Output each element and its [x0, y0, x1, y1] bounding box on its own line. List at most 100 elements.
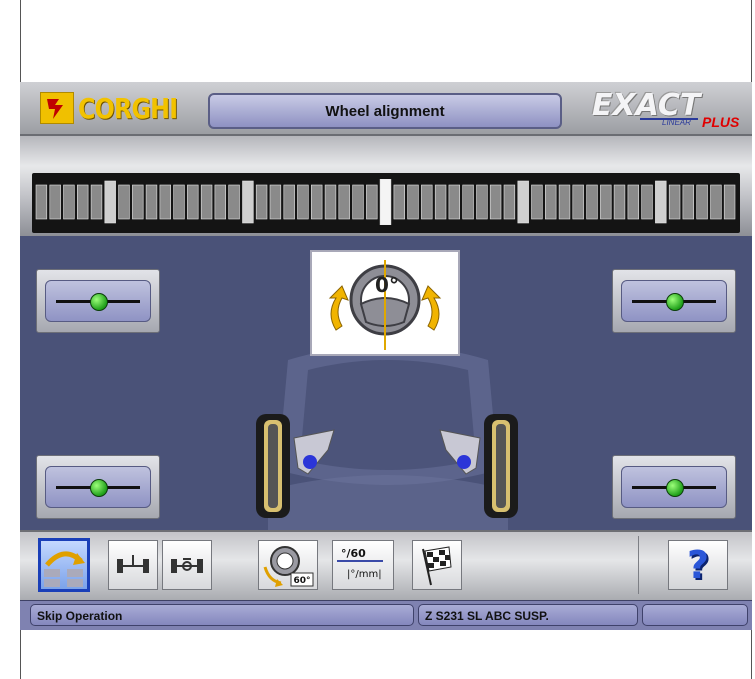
status-dot-icon [666, 293, 684, 311]
gauge-segment [682, 184, 695, 220]
gauge-segment [696, 184, 708, 220]
steering-turn-icon: 60° [263, 546, 314, 587]
gauge-segment [572, 184, 584, 220]
toolbar: 60° °/60 |°/mm| ? [20, 530, 752, 602]
gauge-segment [104, 180, 116, 224]
status-vehicle: Z S231 SL ABC SUSP. [418, 604, 638, 626]
gauge-segment [600, 184, 612, 220]
axle-rear-icon [171, 558, 203, 573]
gauge-segment [517, 180, 529, 224]
status-dot-icon [90, 293, 108, 311]
ratio-label-bottom: |°/mm| [347, 569, 382, 580]
gauge-segment [723, 184, 736, 220]
gauge-segment [434, 184, 447, 220]
gauge-segment [448, 184, 460, 220]
ratio-button[interactable]: °/60 |°/mm| [332, 540, 394, 590]
status-dot-icon [666, 479, 684, 497]
gauge-segment [668, 184, 681, 220]
gauge-segment [269, 184, 282, 220]
gauge-segment [297, 184, 309, 220]
gauge-segment [655, 180, 667, 224]
gauge-segment [187, 184, 199, 220]
gauge-segment [283, 184, 295, 220]
corghi-logo: CORGHI [40, 91, 200, 125]
gauge-segment [407, 184, 419, 220]
gauge-segment [352, 184, 364, 220]
gauge-segment [710, 184, 722, 220]
status-operation: Skip Operation [30, 604, 414, 626]
rear-axle-button[interactable] [162, 540, 212, 590]
gauge-segment [627, 184, 640, 220]
gauge-segment [76, 184, 89, 220]
gauge-segment [393, 184, 405, 220]
gauge-segment [476, 184, 488, 220]
gauge-segment [366, 184, 378, 220]
gauge-segment [586, 184, 598, 220]
logo-text: CORGHI [78, 91, 178, 125]
indicator-rear-right-scale [621, 466, 727, 508]
gauge-segment [118, 184, 130, 220]
car-front-axle-diagram [256, 350, 518, 534]
indicator-front-left-scale [45, 280, 151, 322]
indicator-rear-right [612, 455, 736, 519]
gauge-segment [489, 184, 502, 220]
gauge-segment [462, 184, 474, 220]
gauge-segment [228, 184, 240, 220]
indicator-rear-left-scale [45, 466, 151, 508]
skip-operation-icon [44, 551, 85, 587]
gauge-segment [49, 184, 61, 220]
gauge-segment [255, 184, 268, 220]
steering-turn-button[interactable]: 60° [258, 540, 318, 590]
gauge-segment [544, 184, 557, 220]
ratio-icon: °/60 |°/mm| [337, 547, 383, 580]
axle-front-icon [117, 555, 149, 573]
status-dot-icon [90, 479, 108, 497]
brand-sub: LINEAR [662, 118, 691, 127]
alignment-gauge [32, 173, 740, 233]
gauge-segment [531, 184, 543, 220]
steering-wheel-icon: 0° [328, 260, 442, 350]
indicator-front-right [612, 269, 736, 333]
gauge-segment [35, 184, 48, 220]
checkered-flag-icon [422, 546, 452, 586]
gauge-segment [310, 184, 323, 220]
toolbar-separator [638, 536, 639, 594]
indicator-front-left [36, 269, 160, 333]
gauge-segment [200, 184, 213, 220]
help-icon: ? [686, 543, 710, 587]
skip-operation-button[interactable] [38, 538, 90, 592]
gauge-segment [421, 184, 433, 220]
gauge-center-segment [379, 179, 392, 225]
gauge-segment [503, 184, 516, 220]
front-axle-button[interactable] [108, 540, 158, 590]
metallic-band [20, 136, 752, 236]
indicator-front-right-scale [621, 280, 727, 322]
gauge-segment [145, 184, 158, 220]
gauge-segment [159, 184, 172, 220]
gauge-segment [214, 184, 226, 220]
gauge-ticks [35, 179, 736, 225]
header: CORGHI Wheel alignment EXACT LINEAR PLUS [20, 82, 752, 136]
gauge-segment [338, 184, 350, 220]
brand-plus: PLUS [702, 114, 740, 130]
finish-button[interactable] [412, 540, 462, 590]
steering-turn-label: 60° [293, 576, 310, 586]
steering-wheel-panel: 0° [310, 250, 460, 356]
gauge-segment [558, 184, 571, 220]
gauge-segment [63, 184, 75, 220]
gauge-segment [90, 184, 103, 220]
steering-angle-label: 0° [375, 273, 399, 297]
help-button[interactable]: ? [668, 540, 728, 590]
ratio-label-top: °/60 [341, 547, 366, 560]
gauge-segment [641, 184, 653, 220]
wheel-alignment-app: CORGHI Wheel alignment EXACT LINEAR PLUS [20, 82, 752, 630]
screen-title: Wheel alignment [208, 93, 562, 129]
gauge-segment [324, 184, 337, 220]
gauge-segment [613, 184, 626, 220]
status-extra [642, 604, 748, 626]
corghi-logo-mark [40, 92, 74, 124]
gauge-segment [132, 184, 144, 220]
indicator-rear-left [36, 455, 160, 519]
gauge-segment [242, 180, 254, 224]
status-bar: Skip Operation Z S231 SL ABC SUSP. [20, 600, 752, 630]
